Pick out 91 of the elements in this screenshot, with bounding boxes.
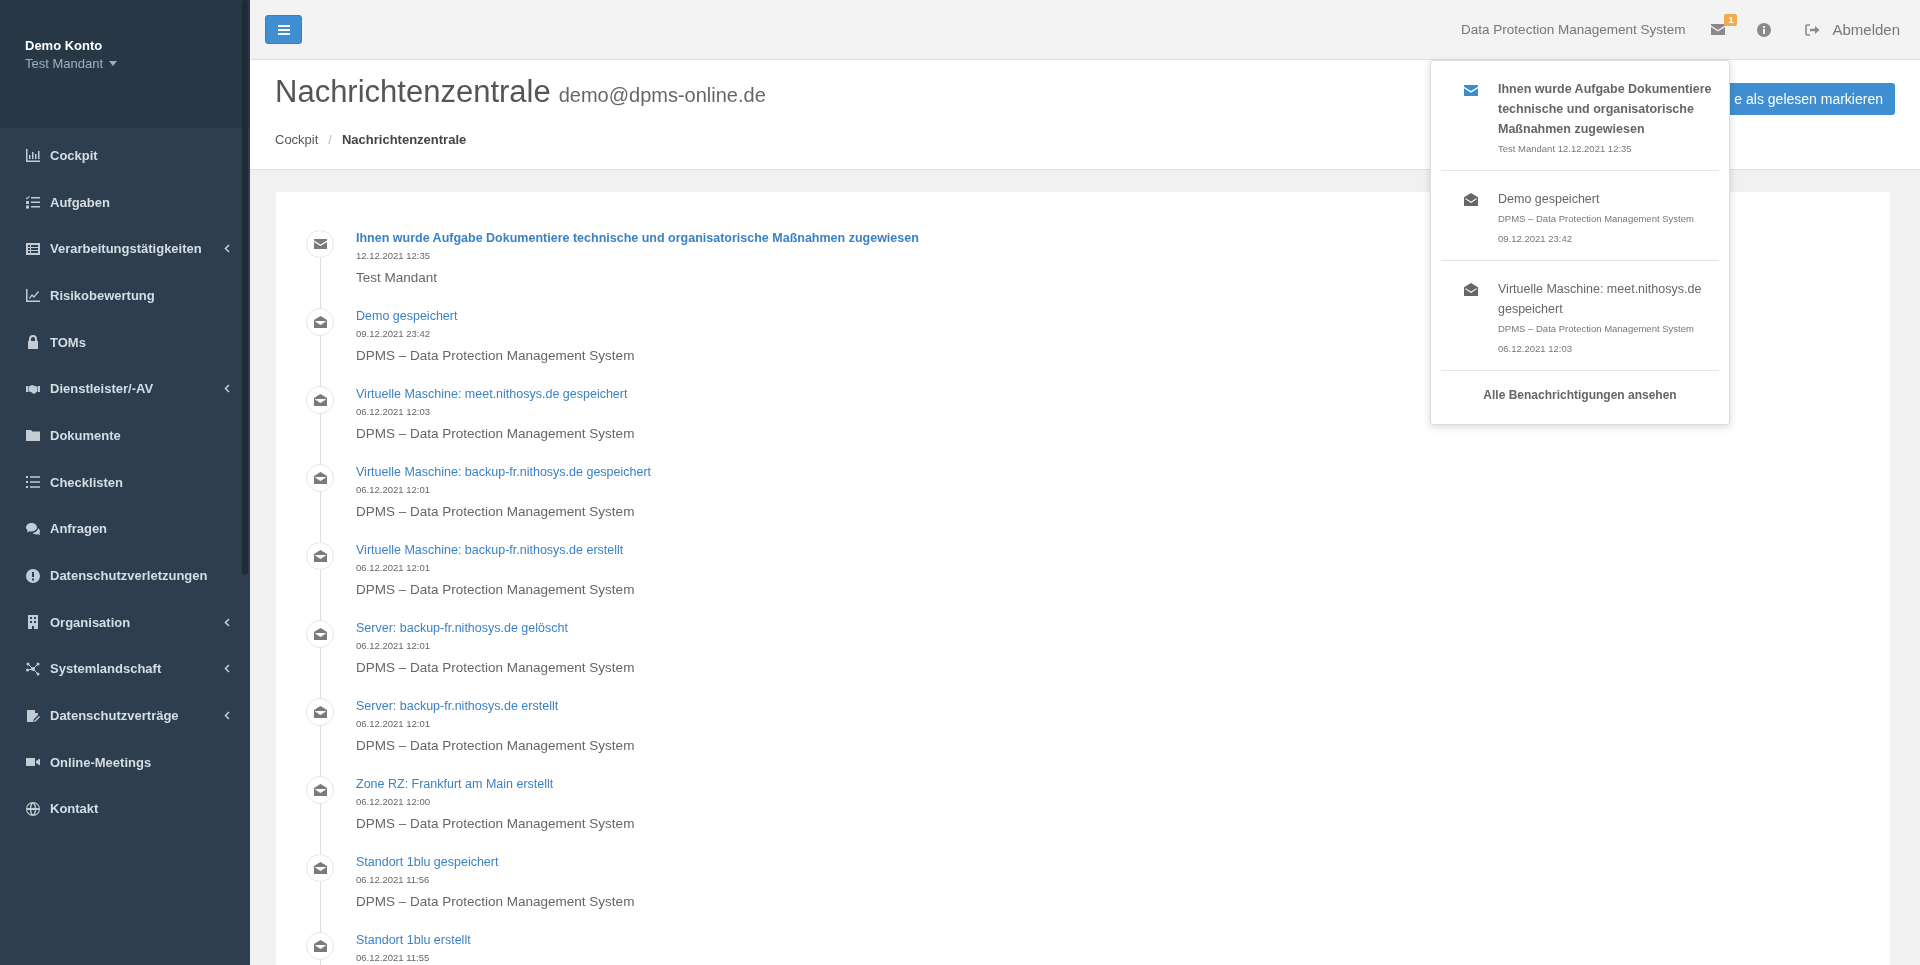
message-time: 12.12.2021 12:35	[356, 250, 431, 261]
message-time: 06.12.2021 12:01	[356, 640, 431, 651]
sidebar-item[interactable]: Cockpit	[0, 132, 250, 179]
open-envelope-icon	[313, 940, 327, 952]
open-envelope-icon	[313, 784, 327, 796]
tenant-dropdown[interactable]: Test Mandant	[25, 56, 118, 71]
sidebar-item[interactable]: Datenschutzverträge	[0, 692, 250, 739]
message-source: DPMS – Data Protection Management System	[356, 348, 635, 363]
breadcrumb-item[interactable]: Nachrichtenzentrale	[342, 132, 467, 147]
building-icon	[26, 615, 40, 630]
sign-out-icon	[1805, 23, 1821, 36]
message-source: Test Mandant	[356, 270, 439, 285]
sidebar-item[interactable]: Datenschutzverletzungen	[0, 552, 250, 599]
page-title: Nachrichtenzentrale	[275, 74, 551, 110]
open-envelope-icon	[313, 706, 327, 718]
open-envelope-icon	[313, 472, 327, 484]
message-time: 06.12.2021 12:01	[356, 718, 431, 729]
envelope-icon	[313, 239, 327, 249]
tasks-icon	[26, 195, 40, 210]
envelope-icon	[1711, 24, 1726, 35]
open-envelope-icon	[1464, 193, 1478, 206]
alert-icon	[26, 568, 40, 583]
sidebar-item[interactable]: Systemlandschaft	[0, 645, 250, 693]
message-time: 09.12.2021 23:42	[356, 328, 431, 339]
message-title-link[interactable]: Server: backup-fr.nithosys.de erstellt	[356, 699, 635, 713]
chart-icon	[26, 148, 40, 163]
notification-item[interactable]: Virtuelle Maschine: meet.nithosys.de gespeichert DPMS – Data Protection Management System 06.12.2021 12:03	[1441, 261, 1719, 371]
message-source: DPMS – Data Protection Management System	[356, 894, 635, 909]
breadcrumb-item[interactable]: Cockpit	[275, 132, 319, 147]
envelope-icon	[1464, 85, 1478, 96]
message-title-link[interactable]: Virtuelle Maschine: backup-fr.nithosys.de erstellt	[356, 543, 635, 557]
sidebar-item[interactable]: Checklisten	[0, 458, 250, 506]
open-envelope-icon	[313, 550, 327, 562]
message-title-link[interactable]: Zone RZ: Frankfurt am Main erstellt	[356, 777, 635, 791]
sidebar-item[interactable]: Dienstleister/-AV	[0, 365, 250, 413]
message-time: 06.12.2021 12:01	[356, 484, 431, 495]
page-subtitle: demo@dpms-online.de	[558, 84, 766, 107]
message-title-link[interactable]: Standort 1blu gespeichert	[356, 855, 635, 869]
message-time: 06.12.2021 12:03	[356, 406, 431, 417]
globe-icon	[26, 801, 40, 816]
message-title-link[interactable]: Ihnen wurde Aufgabe Dokumentiere technische und organisatorische Maßnahmen zugewiesen	[356, 231, 919, 245]
sidebar-item[interactable]: Verarbeitungstätigkeiten	[0, 225, 250, 273]
trend-icon	[26, 288, 40, 303]
message-source: DPMS – Data Protection Management System	[356, 504, 636, 519]
view-all-notifications-link[interactable]: Alle Benachrichtigungen ansehen	[1441, 371, 1719, 424]
open-envelope-icon	[313, 628, 327, 640]
sidebar-item[interactable]: Dokumente	[0, 412, 250, 459]
unread-count-badge: 1	[1724, 14, 1738, 26]
open-envelope-icon	[1464, 283, 1478, 296]
account-name: Demo Konto	[25, 38, 103, 53]
message-title-link[interactable]: Virtuelle Maschine: meet.nithosys.de gespeichert	[356, 387, 635, 401]
message-source: DPMS – Data Protection Management System	[356, 660, 635, 675]
notification-item[interactable]: Ihnen wurde Aufgabe Dokumentiere technische und organisatorische Maßnahmen zugewiesen Test Mandant 12.12.2021 12:35	[1441, 61, 1719, 171]
folder-icon	[26, 428, 40, 443]
contract-icon	[26, 708, 40, 723]
message-time: 06.12.2021 12:01	[356, 562, 431, 573]
system-name: Data Protection Management System	[1461, 22, 1686, 37]
checklist-icon	[26, 475, 40, 490]
sidebar-item[interactable]: Anfragen	[0, 505, 250, 553]
message-source: DPMS – Data Protection Management System	[356, 582, 635, 597]
message-source: DPMS – Data Protection Management System	[356, 426, 635, 441]
message-time: 06.12.2021 11:56	[356, 874, 431, 885]
notification-item[interactable]: Demo gespeichert DPMS – Data Protection Management System 09.12.2021 23:42	[1441, 171, 1719, 261]
message-time: 06.12.2021 12:00	[356, 796, 431, 807]
lock-icon	[26, 335, 40, 350]
sidebar-item[interactable]: Kontakt	[0, 785, 250, 833]
open-envelope-icon	[313, 862, 327, 874]
breadcrumb-separator: /	[328, 132, 332, 147]
info-icon	[1757, 22, 1772, 37]
menu-icon	[277, 24, 290, 35]
message-title-link[interactable]: Virtuelle Maschine: backup-fr.nithosys.de gespeichert	[356, 465, 652, 479]
network-icon	[26, 661, 40, 676]
sidebar-item[interactable]: Organisation	[0, 598, 250, 646]
message-title-link[interactable]: Server: backup-fr.nithosys.de gelöscht	[356, 621, 635, 635]
chat-icon	[26, 521, 40, 536]
open-envelope-icon	[313, 394, 327, 406]
sidebar-item[interactable]: Aufgaben	[0, 178, 250, 226]
message-time: 06.12.2021 11:55	[356, 952, 431, 963]
sidebar-item[interactable]: Online-Meetings	[0, 738, 250, 786]
open-envelope-icon	[313, 316, 327, 328]
message-title-link[interactable]: Demo gespeichert	[356, 309, 635, 323]
message-title-link[interactable]: Standort 1blu erstellt	[356, 933, 471, 947]
logout-button[interactable]: Abmelden	[1805, 21, 1900, 38]
menu-button[interactable]	[265, 15, 302, 44]
sidebar-item[interactable]: Risikobewertung	[0, 272, 250, 319]
sidebar-item[interactable]: TOMs	[0, 318, 250, 366]
message-source: DPMS – Data Protection Management System	[356, 816, 635, 831]
caret-icon	[109, 61, 118, 66]
list-icon	[26, 241, 40, 256]
scrollbar[interactable]	[242, 0, 248, 575]
message-source: DPMS – Data Protection Management System	[356, 738, 635, 753]
